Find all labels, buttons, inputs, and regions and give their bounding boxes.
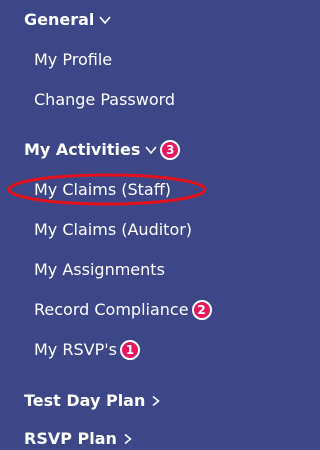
- notification-badge: 1: [119, 340, 140, 360]
- nav-item-label: My Claims (Staff): [34, 180, 171, 199]
- notification-badge: 3: [160, 140, 181, 160]
- chevron-right-icon: [122, 434, 134, 444]
- nav-item-label: Record Compliance: [34, 300, 189, 319]
- nav-item-label: My RSVP's: [34, 340, 117, 359]
- nav-item-change-password[interactable]: Change Password: [34, 89, 175, 111]
- section-my-activities-toggle[interactable]: My Activities 3: [24, 139, 181, 161]
- nav-item-label: My Assignments: [34, 260, 165, 279]
- nav-item-label: Change Password: [34, 90, 176, 109]
- section-rsvp-plan-toggle[interactable]: RSVP Plan: [24, 428, 134, 450]
- chevron-down-icon: [145, 145, 157, 155]
- nav-item-label: My Profile: [34, 50, 113, 69]
- section-rsvp-plan-label: RSVP Plan: [24, 429, 117, 448]
- section-general-toggle[interactable]: General: [24, 9, 112, 31]
- chevron-down-icon: [99, 15, 112, 25]
- section-test-day-plan-toggle[interactable]: Test Day Plan: [24, 390, 162, 412]
- nav-item-my-claims-auditor[interactable]: My Claims (Auditor): [34, 219, 192, 241]
- nav-item-my-assignments[interactable]: My Assignments: [34, 259, 165, 281]
- nav-item-my-profile[interactable]: My Profile: [34, 49, 112, 71]
- section-general-label: General: [24, 10, 95, 29]
- nav-item-my-rsvps[interactable]: My RSVP's 1: [34, 339, 140, 361]
- chevron-right-icon: [150, 396, 162, 406]
- nav-item-record-compliance[interactable]: Record Compliance 2: [34, 299, 212, 321]
- section-my-activities-label: My Activities: [24, 140, 141, 159]
- nav-item-label: My Claims (Auditor): [34, 220, 193, 239]
- nav-item-my-claims-staff[interactable]: My Claims (Staff): [34, 179, 171, 201]
- section-test-day-plan-label: Test Day Plan: [24, 391, 146, 410]
- notification-badge: 2: [191, 300, 212, 320]
- sidebar-nav: General My Profile Change Password My Ac…: [0, 0, 273, 448]
